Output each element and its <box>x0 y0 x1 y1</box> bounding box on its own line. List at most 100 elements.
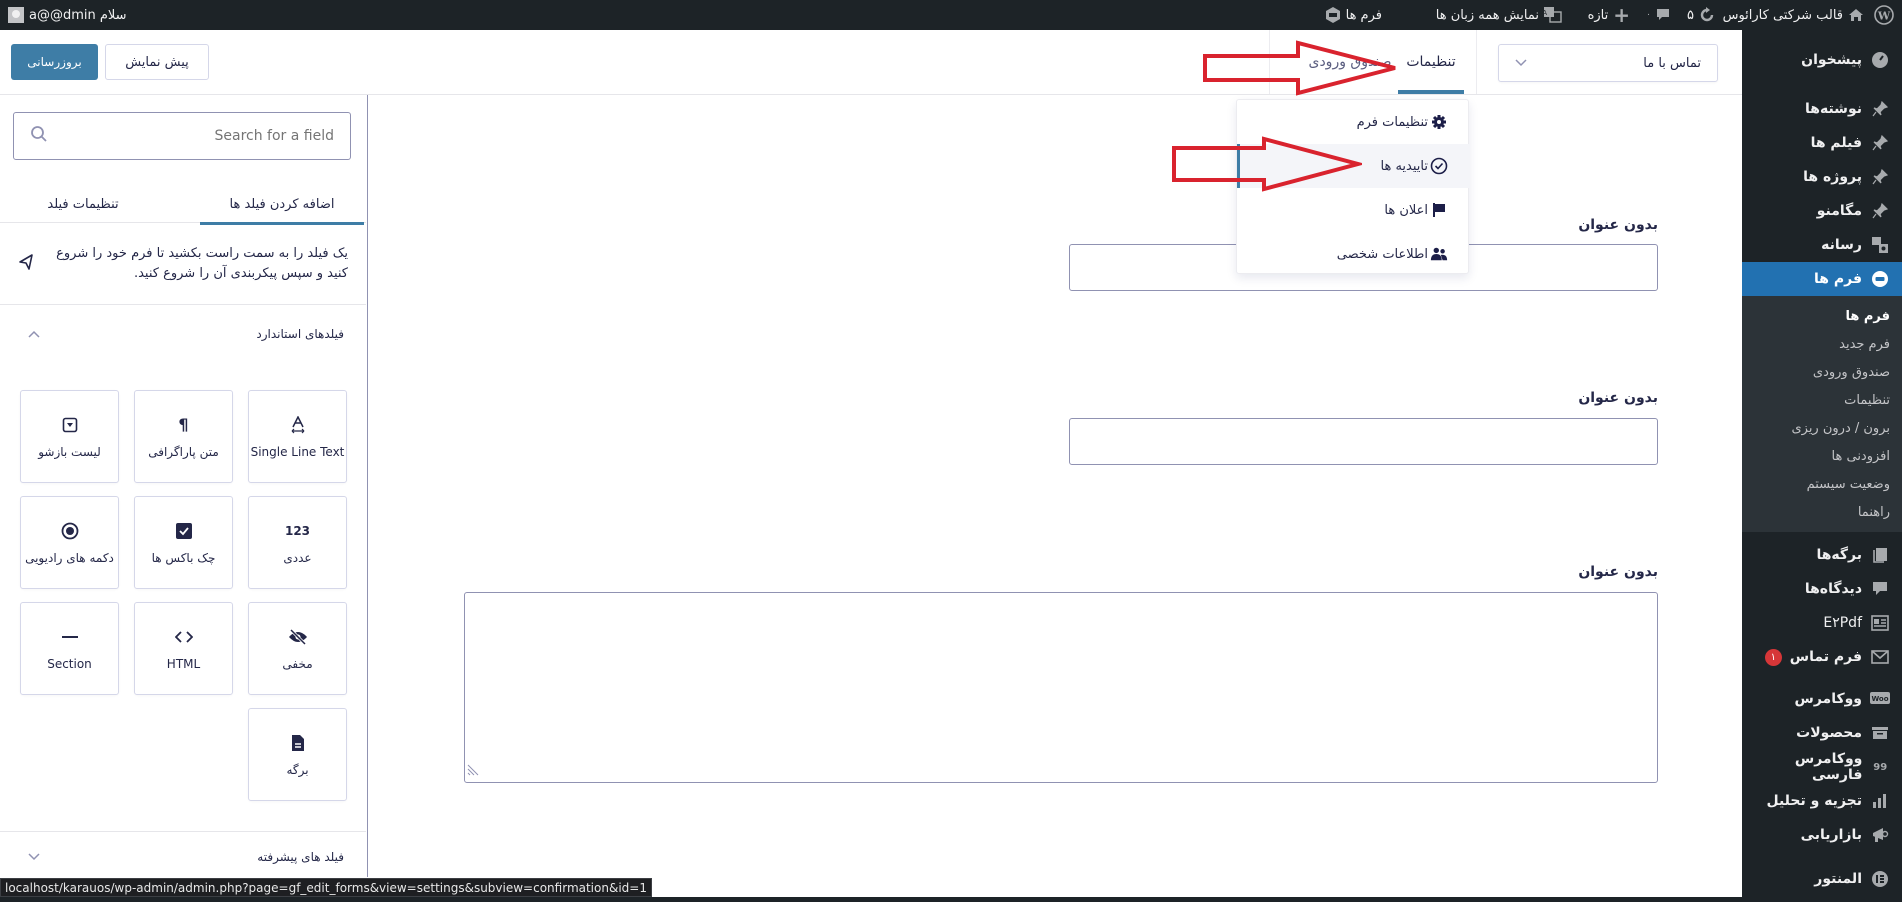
status-url: localhost/karauos/wp-admin/admin.php?pag… <box>5 880 647 895</box>
search-icon <box>30 125 48 147</box>
sidebar-item-posts[interactable]: نوشته‌ها <box>1742 92 1902 126</box>
sidebar-item-pages[interactable]: برگه‌ها <box>1742 538 1902 572</box>
field-label: بدون عنوان <box>1578 217 1658 233</box>
tab-label: اضافه کردن فیلد ها <box>229 196 335 212</box>
pin-icon <box>1870 133 1890 153</box>
field-html[interactable]: HTML <box>134 602 233 695</box>
new-content-link[interactable]: + تازه <box>1588 0 1630 30</box>
sidebar-item-analytics[interactable]: تجزیه و تحلیل <box>1742 784 1902 818</box>
menu-item-label: تنظیمات فرم <box>1356 114 1428 130</box>
menu-item-personal-data[interactable]: اطلاعات شخصی <box>1237 232 1470 276</box>
menu-item-form-settings[interactable]: تنظیمات فرم <box>1237 100 1470 144</box>
advanced-fields-header[interactable]: فیلد های پیشرفته <box>0 832 366 877</box>
submenu-entries[interactable]: صندوق ورودی <box>1742 358 1902 386</box>
sidebar-item-elementor[interactable]: المنتور <box>1742 862 1902 896</box>
resize-handle-icon[interactable] <box>467 761 481 780</box>
submenu-system-status[interactable]: وضعیت سیستم <box>1742 470 1902 498</box>
svg-text:W: W <box>1877 10 1891 23</box>
gear-icon <box>1430 113 1448 131</box>
submenu-forms[interactable]: فرم ها <box>1742 302 1902 330</box>
tab-field-settings[interactable]: تنظیمات فیلد <box>0 185 166 223</box>
field-search[interactable] <box>13 112 351 160</box>
textarea-field[interactable] <box>464 592 1658 783</box>
tab-label: تنظیمات <box>1406 54 1456 70</box>
submenu-addons[interactable]: افزودنی ها <box>1742 442 1902 470</box>
sidebar-item-products[interactable]: محصولات <box>1742 716 1902 750</box>
menu-item-label: اطلاعات شخصی <box>1336 246 1428 262</box>
wp-logo-menu[interactable]: W <box>1874 0 1894 30</box>
elementor-icon <box>1870 869 1890 889</box>
tab-entries[interactable]: صندوق ورودی <box>1290 30 1410 94</box>
standard-fields-header[interactable]: فیلدهای استاندارد <box>0 309 366 359</box>
field-checkboxes[interactable]: چک باکس ها <box>134 496 233 589</box>
field-single-line-text[interactable]: Single Line Text <box>248 390 347 483</box>
tab-label: تنظیمات فیلد <box>47 196 119 212</box>
menu-item-label: تاییدیه ها <box>1380 158 1428 174</box>
my-account-menu[interactable]: سلام a@@dmin <box>8 0 127 30</box>
forms-submenu: فرم ها فرم جدید صندوق ورودی تنظیمات برون… <box>1742 296 1902 532</box>
field-hidden[interactable]: مخفی <box>248 602 347 695</box>
submenu-settings[interactable]: تنظیمات <box>1742 386 1902 414</box>
admin-sidebar: پیشخوان نوشته‌ها فیلم ها پروژه ها مگامنو… <box>1734 30 1902 902</box>
field-label: HTML <box>166 656 201 671</box>
field-page[interactable]: برگه <box>248 708 347 801</box>
updates-count: ۵ <box>1687 7 1694 23</box>
divider <box>1269 30 1270 94</box>
drag-hint: یک فیلد را به سمت راست بکشید تا فرم خود … <box>0 223 366 305</box>
new-label: تازه <box>1587 7 1609 23</box>
divider <box>1476 30 1477 94</box>
notification-badge: ۱ <box>1764 648 1782 666</box>
sidebar-item-movies[interactable]: فیلم ها <box>1742 126 1902 160</box>
field-label: بدون عنوان <box>1578 564 1658 580</box>
submenu-help[interactable]: راهنما <box>1742 498 1902 526</box>
sidebar-item-marketing[interactable]: بازاریابی <box>1742 818 1902 852</box>
field-radio-buttons[interactable]: دکمه های رادیویی <box>20 496 119 589</box>
text-icon <box>290 415 306 435</box>
sidebar-item-persian-woo[interactable]: 99 ووکامرس فارسی <box>1742 750 1902 784</box>
update-button[interactable]: بروزرسانی <box>11 44 98 80</box>
updates-link[interactable]: ۵ <box>1687 0 1715 30</box>
field-dropdown[interactable]: لیست بازشو <box>20 390 119 483</box>
sidebar-item-media[interactable]: رسانه <box>1742 228 1902 262</box>
field-label: چک باکس ها <box>151 550 216 565</box>
pdf-icon <box>1870 613 1890 633</box>
sidebar-item-forms[interactable]: فرم ها <box>1734 262 1902 296</box>
search-input[interactable] <box>74 128 334 144</box>
sidebar-label: فرم ها <box>1814 271 1862 287</box>
tab-label: صندوق ورودی <box>1308 54 1392 70</box>
site-name-link[interactable]: قالب شرکتی کارائوس <box>1723 0 1864 30</box>
greeting: سلام a@@dmin <box>29 7 127 23</box>
tab-settings[interactable]: تنظیمات <box>1398 30 1464 94</box>
menu-item-confirmations[interactable]: تاییدیه ها <box>1237 144 1470 188</box>
dashboard-icon <box>1870 50 1890 70</box>
taskbar-strip <box>0 897 1742 902</box>
sidebar-item-comments[interactable]: دیدگاه‌ها <box>1742 572 1902 606</box>
forms-adminbar-link[interactable]: فرم ها <box>1325 0 1382 30</box>
settings-dropdown-menu: تنظیمات فرم تاییدیه ها اعلان ها اطلاعات … <box>1236 99 1470 276</box>
menu-item-notifications[interactable]: اعلان ها <box>1237 188 1470 232</box>
sidebar-item-projects[interactable]: پروژه ها <box>1742 160 1902 194</box>
languages-label: نمایش همه زبان ها <box>1435 7 1539 23</box>
form-switcher-select[interactable]: تماس با ما <box>1498 44 1718 82</box>
field-section[interactable]: Section <box>20 602 119 695</box>
forms-label: فرم ها <box>1345 7 1382 23</box>
sidebar-label: بازاریابی <box>1800 827 1862 843</box>
submenu-new-form[interactable]: فرم جدید <box>1742 330 1902 358</box>
pin-icon <box>1870 167 1890 187</box>
sidebar-item-woocommerce[interactable]: Woo ووکامرس <box>1742 682 1902 716</box>
mail-icon <box>1870 647 1890 667</box>
sidebar-item-dashboard[interactable]: پیشخوان <box>1742 40 1902 80</box>
tab-add-fields[interactable]: اضافه کردن فیلد ها <box>200 185 364 225</box>
submenu-import-export[interactable]: برون / درون ریزی <box>1742 414 1902 442</box>
sidebar-item-contact-form[interactable]: فرم تماس ۱ <box>1742 640 1902 674</box>
text-input-field[interactable] <box>1069 418 1658 465</box>
comments-link[interactable]: ۰ <box>1646 0 1670 30</box>
field-number[interactable]: 123 عددی <box>248 496 347 589</box>
code-icon <box>174 627 193 647</box>
field-label: Single Line Text <box>250 444 345 459</box>
sidebar-item-megamenu[interactable]: مگامنو <box>1742 194 1902 228</box>
preview-button[interactable]: پیش نمایش <box>105 44 209 80</box>
field-paragraph[interactable]: ¶ متن پاراگرافی <box>134 390 233 483</box>
sidebar-item-e2pdf[interactable]: E۲Pdf <box>1742 606 1902 640</box>
languages-link[interactable]: A نمایش همه زبان ها <box>1436 0 1562 30</box>
